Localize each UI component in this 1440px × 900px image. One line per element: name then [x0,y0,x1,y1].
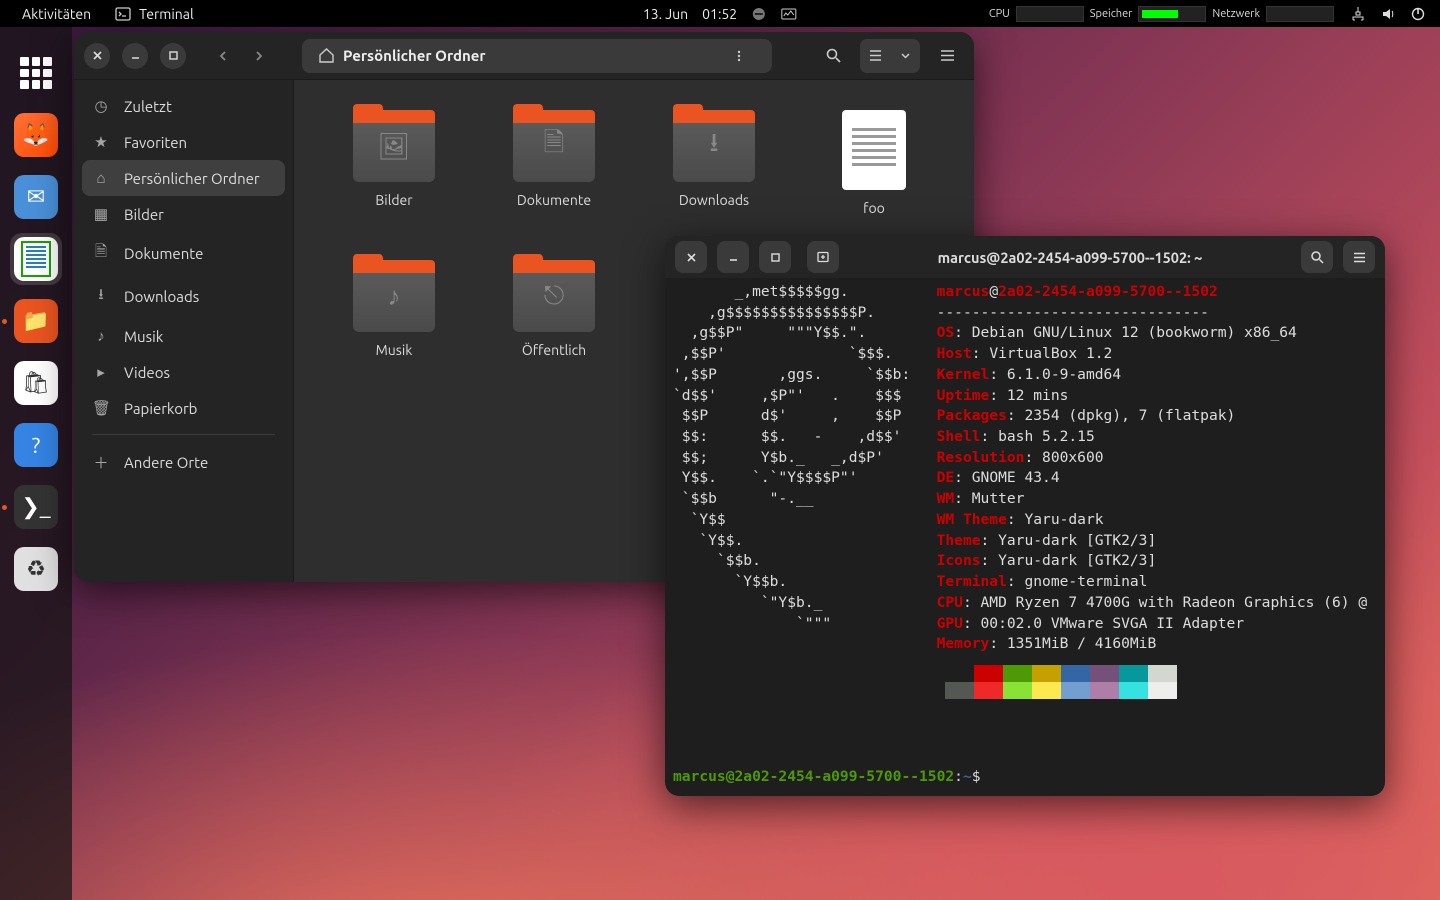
new-tab-button[interactable] [807,241,839,273]
dock-software[interactable]: 🛍 [10,357,62,409]
music-icon: ♪ [92,327,110,345]
dock-mail[interactable]: ✉ [10,171,62,223]
dock-trash[interactable]: ♻ [10,543,62,595]
chevron-down-icon [890,39,920,73]
network-spark [1266,6,1334,22]
memory-spark [1138,6,1206,22]
image-icon: 🖼 [377,131,410,162]
menu-icon [939,47,956,64]
sidebar-item-home[interactable]: ⌂Persönlicher Ordner [82,160,285,196]
back-button[interactable] [206,39,240,73]
sidebar-item-music[interactable]: ♪Musik [74,318,293,354]
terminal-title: marcus@2a02-2454-a099-5700--1502: ~ [849,249,1291,266]
sidebar-item-other[interactable]: ＋Andere Orte [74,443,293,482]
terminal-body[interactable]: _,met$$$$$gg. marcus@2a02-2454-a099-5700… [665,278,1385,788]
minimize-button[interactable] [122,43,148,69]
list-view-icon [860,39,890,73]
volume-icon[interactable] [1380,6,1396,22]
folder-dokumente[interactable]: 🗎Dokumente [484,110,624,250]
hamburger-menu-button[interactable] [930,39,964,73]
dock-libreoffice-writer[interactable]: LibreOffice Writer [10,233,62,285]
time-label[interactable]: 01:52 [702,6,737,22]
home-icon [318,47,335,64]
activities-button[interactable]: Aktivitäten [14,3,99,25]
doc-icon: 🗎 [92,241,110,266]
show-apps-button[interactable] [10,47,62,99]
files-headerbar: Persönlicher Ordner [74,32,974,80]
path-bar[interactable]: Persönlicher Ordner [302,39,772,73]
network-wired-icon[interactable] [1350,6,1366,22]
video-icon: ▸ [92,363,110,381]
home-icon: ⌂ [92,169,110,187]
search-button[interactable] [816,39,850,73]
terminal-search-button[interactable] [1301,241,1333,273]
sidebar-item-recent[interactable]: ◷Zuletzt [74,88,293,124]
view-toggle[interactable] [860,39,920,73]
star-icon: ★ [92,133,110,151]
clock-icon: ◷ [92,97,110,115]
download-icon: ⭳ [92,284,110,309]
minimize-button[interactable] [717,241,749,273]
system-monitor-icon[interactable] [781,6,797,22]
close-button[interactable] [675,241,707,273]
plus-icon: ＋ [92,452,110,473]
forward-button[interactable] [242,39,276,73]
terminal-menu-button[interactable] [1343,241,1375,273]
sidebar-item-videos[interactable]: ▸Videos [74,354,293,390]
dock-terminal[interactable]: ❯_ [10,481,62,533]
search-icon [825,47,842,64]
path-menu-button[interactable] [722,39,756,73]
trash-icon: 🗑 [92,399,110,417]
sidebar-item-favorites[interactable]: ★Favoriten [74,124,293,160]
network-indicator[interactable]: Netzwerk [1212,6,1334,22]
download-icon: ⭳ [709,124,718,168]
maximize-button[interactable] [759,241,791,273]
maximize-button[interactable] [160,43,186,69]
power-icon[interactable] [1410,6,1426,22]
image-icon: ▦ [92,205,110,223]
do-not-disturb-icon[interactable] [751,6,767,22]
terminal-window: marcus@2a02-2454-a099-5700--1502: ~ _,me… [665,236,1385,796]
dock-files[interactable]: 📁 [10,295,62,347]
path-label: Persönlicher Ordner [343,47,486,64]
topbar: Aktivitäten Terminal 13. Jun 01:52 CPU S… [0,0,1440,27]
dock-firefox[interactable]: 🦊 [10,109,62,161]
music-icon: ♪ [388,281,401,312]
share-icon: ⎋ [544,280,565,312]
app-name-label: Terminal [139,6,194,22]
cpu-indicator[interactable]: CPU [989,6,1084,22]
date-label[interactable]: 13. Jun [643,6,688,22]
terminal-icon [115,6,131,22]
cpu-spark [1016,6,1084,22]
color-swatches [945,665,1179,699]
memory-indicator[interactable]: Speicher [1090,6,1207,22]
terminal-headerbar: marcus@2a02-2454-a099-5700--1502: ~ [665,236,1385,278]
close-button[interactable] [84,43,110,69]
folder-bilder[interactable]: 🖼Bilder [324,110,464,250]
sidebar: ◷Zuletzt ★Favoriten ⌂Persönlicher Ordner… [74,80,294,582]
text-file-icon [842,110,906,190]
folder-public[interactable]: ⎋Öffentlich [484,260,624,400]
dock: 🦊 ✉ LibreOffice Writer 📁 🛍 ? ❯_ ♻ [0,27,72,900]
sidebar-item-trash[interactable]: 🗑Papierkorb [74,390,293,426]
sidebar-item-downloads[interactable]: ⭳Downloads [74,275,293,318]
sidebar-item-documents[interactable]: 🗎Dokumente [74,232,293,275]
folder-downloads[interactable]: ⭳Downloads [644,110,784,250]
file-foo[interactable]: foo [804,110,944,250]
current-app-indicator[interactable]: Terminal [107,3,202,25]
folder-musik[interactable]: ♪Musik [324,260,464,400]
dock-help[interactable]: ? [10,419,62,471]
sidebar-item-pictures[interactable]: ▦Bilder [74,196,293,232]
doc-icon: 🗎 [544,124,565,168]
sidebar-separator [92,434,275,435]
